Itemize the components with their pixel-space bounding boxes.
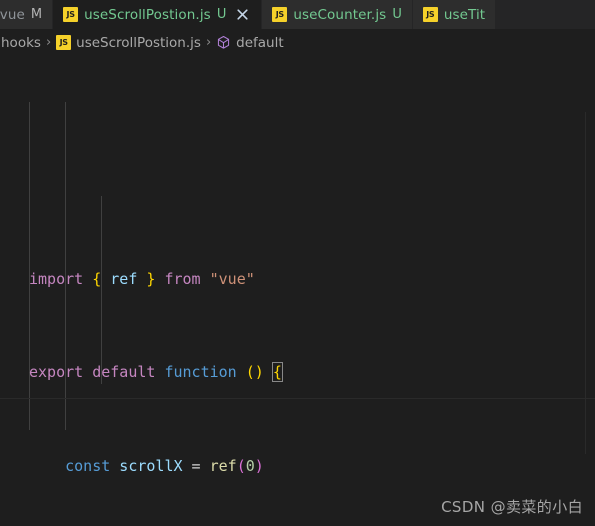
editor-tab-usecounter-js[interactable]: JS useCounter.js U — [262, 0, 413, 29]
js-file-icon: JS — [272, 7, 288, 22]
tab-label: useTit — [443, 6, 486, 23]
breadcrumb-separator-icon: › — [45, 35, 52, 50]
tab-label: useScrollPostion.js — [84, 6, 211, 23]
tab-label: pp.vue — [0, 6, 25, 23]
breadcrumb: hooks › JS useScrollPostion.js › default — [0, 29, 595, 56]
breadcrumb-label: hooks — [1, 34, 41, 51]
js-file-icon: JS — [63, 7, 79, 22]
breadcrumb-item-symbol-default[interactable]: default — [216, 35, 284, 51]
close-icon[interactable] — [234, 6, 251, 23]
tab-label: useCounter.js — [293, 6, 387, 23]
code-editor-area[interactable]: import { ref } from "vue" export default… — [0, 56, 595, 526]
editor-overview-ruler[interactable] — [585, 112, 586, 454]
watermark-text: CSDN @卖菜的小白 — [441, 498, 583, 516]
breadcrumb-label: useScrollPostion.js — [76, 34, 201, 51]
code-content[interactable]: import { ref } from "vue" export default… — [0, 56, 595, 526]
code-line[interactable]: const scrollX = ref(0) — [0, 455, 595, 478]
tab-status-badge: U — [216, 7, 227, 22]
breadcrumb-item-file[interactable]: JS useScrollPostion.js — [56, 35, 201, 51]
js-file-icon: JS — [56, 35, 72, 50]
code-line[interactable]: export default function () { — [0, 361, 595, 384]
code-line[interactable]: import { ref } from "vue" — [0, 268, 595, 291]
js-file-icon: JS — [422, 7, 438, 22]
editor-tab-bar: pp.vue M JS useScrollPostion.js U JS use… — [0, 0, 595, 29]
symbol-cube-icon — [216, 35, 231, 50]
editor-content-end-rule — [0, 398, 595, 399]
tab-status-badge: M — [30, 7, 43, 22]
tab-status-badge: U — [392, 7, 402, 22]
editor-tab-usetitle-js[interactable]: JS useTit — [412, 0, 497, 29]
editor-tab-usescrollpostion-js[interactable]: JS useScrollPostion.js U — [53, 0, 263, 29]
vscode-editor-window: pp.vue M JS useScrollPostion.js U JS use… — [0, 0, 595, 526]
breadcrumb-item-hooks[interactable]: hooks — [1, 35, 41, 51]
breadcrumb-label: default — [236, 34, 284, 51]
breadcrumb-separator-icon: › — [205, 35, 212, 50]
editor-tab-app-vue[interactable]: pp.vue M — [0, 0, 54, 29]
